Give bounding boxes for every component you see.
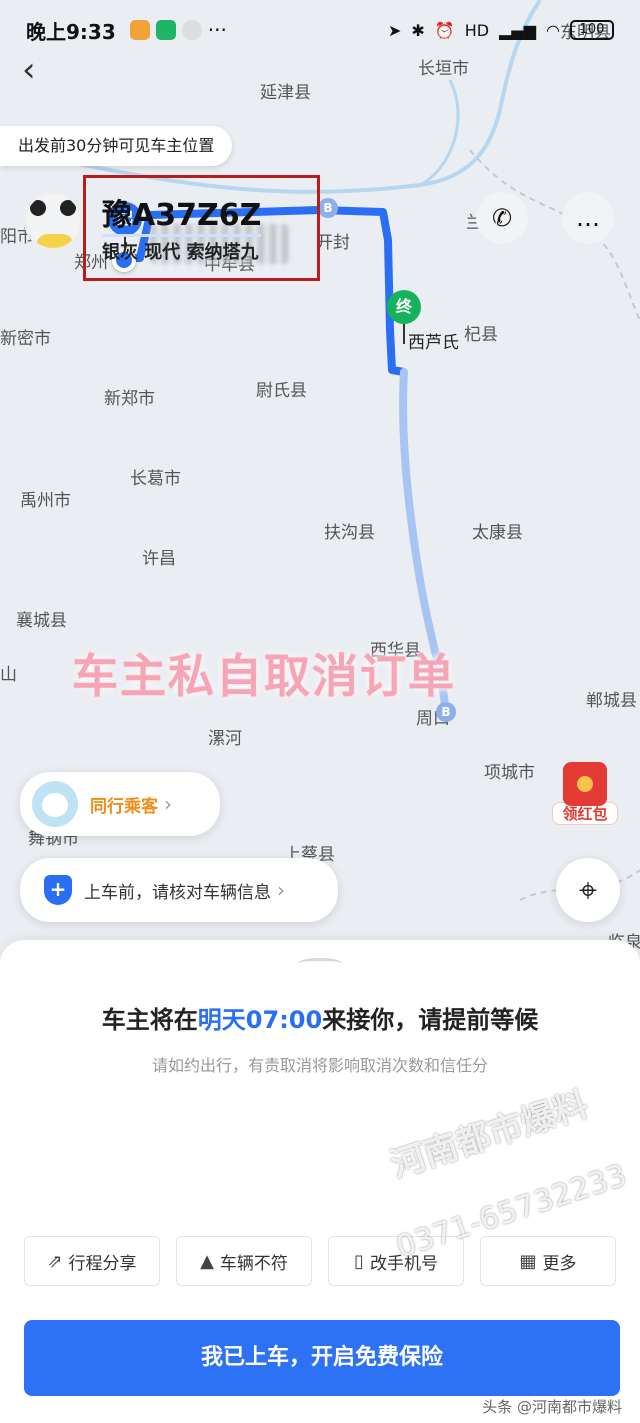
place-label: 新郑市 xyxy=(104,389,155,409)
companion-avatar-icon xyxy=(32,781,78,827)
headline-prefix: 车主将在 xyxy=(101,1006,198,1034)
verify-vehicle-label: 上车前，请核对车辆信息 xyxy=(84,882,271,903)
phone-icon: ✆ xyxy=(491,204,513,232)
place-label: 许昌 xyxy=(142,549,176,569)
license-plate: 豫A37Z6Z xyxy=(102,190,262,237)
place-label: 长葛市 xyxy=(130,469,181,489)
place-label: 项城市 xyxy=(484,763,535,783)
notification-app-icon xyxy=(155,20,176,40)
place-label: 襄城县 xyxy=(16,611,67,631)
chevron-right-icon: › xyxy=(277,878,285,902)
place-label: 新密市 xyxy=(0,329,51,349)
notification-app-icon xyxy=(129,20,150,40)
chevron-right-icon: › xyxy=(164,792,172,816)
headline-suffix: 来接你，请提前等候 xyxy=(322,1006,539,1034)
message-button[interactable]: … xyxy=(562,192,614,244)
place-label: 杞县 xyxy=(464,325,498,345)
vehicle-mismatch-button[interactable]: ▲ 车辆不符 xyxy=(176,1236,312,1286)
place-label: 郸城县 xyxy=(586,691,637,711)
verify-vehicle-button[interactable]: + 上车前，请核对车辆信息 › xyxy=(20,858,338,922)
crosshair-icon: ⌖ xyxy=(578,871,598,909)
place-label: 山 xyxy=(0,665,17,685)
bluetooth-icon: ✱ xyxy=(411,20,425,40)
place-label: 禹州市 xyxy=(20,491,71,511)
more-label: 更多 xyxy=(542,1253,577,1274)
companions-label: 同行乘客 xyxy=(90,796,158,817)
cancellation-notice: 请如约出行，有责取消将影响取消次数和信任分 xyxy=(151,1056,488,1075)
end-pin-stick xyxy=(403,324,405,344)
share-icon: ⇗ xyxy=(47,1250,63,1272)
battery-icon: 100 xyxy=(570,20,614,40)
action-row: ⇗ 行程分享 ▲ 车辆不符 ▯ 改手机号 ▦ 更多 xyxy=(24,1236,616,1286)
more-dots: ··· xyxy=(207,18,227,42)
share-trip-button[interactable]: ⇗ 行程分享 xyxy=(24,1236,160,1286)
location-icon: ➤ xyxy=(388,20,402,40)
chat-icon: … xyxy=(576,204,600,232)
red-envelope-icon xyxy=(563,762,607,806)
more-button[interactable]: ▦ 更多 xyxy=(480,1236,616,1286)
place-label: 尉氏县 xyxy=(256,381,307,401)
qq-icon xyxy=(181,20,202,40)
place-label: 扶沟县 xyxy=(324,523,375,543)
alarm-icon: ⏰ xyxy=(434,20,455,40)
shield-icon: + xyxy=(44,875,72,905)
warning-icon: ▲ xyxy=(200,1250,214,1272)
boarded-insurance-button[interactable]: 我已上车，开启免费保险 xyxy=(24,1320,620,1396)
network-label: HD xyxy=(464,20,490,40)
vehicle-mismatch-label: 车辆不符 xyxy=(219,1253,288,1274)
place-label: 漯河 xyxy=(208,729,242,749)
driver-location-hint: 出发前30分钟可见车主位置 xyxy=(0,126,233,166)
drag-handle[interactable] xyxy=(298,958,342,968)
pickup-time: 明天07:00 xyxy=(197,1006,323,1034)
wifi-icon: ◠ xyxy=(546,20,560,40)
call-button[interactable]: ✆ xyxy=(476,192,528,244)
status-time: 晚上9:33 xyxy=(26,19,116,44)
panda-avatar-icon xyxy=(24,192,82,250)
grid-icon: ▦ xyxy=(519,1250,537,1272)
destination-label: 西芦氏 xyxy=(408,333,459,353)
waypoint-marker: B xyxy=(318,198,338,218)
driver-avatar[interactable] xyxy=(24,192,84,256)
chevron-left-icon: ‹ xyxy=(22,50,36,90)
back-button[interactable]: ‹ xyxy=(22,50,52,90)
signal-icon: ▂▄▆ xyxy=(499,20,537,40)
source-watermark: 头条 @河南都市爆料 xyxy=(482,1398,622,1416)
end-pin: 终 xyxy=(387,290,421,324)
pickup-headline: 车主将在明天07:00来接你，请提前等候 xyxy=(0,1000,640,1035)
overlay-caption: 车主私自取消订单 xyxy=(72,649,456,703)
place-label: 开封 xyxy=(316,233,350,253)
companions-button[interactable]: 同行乘客 › xyxy=(20,772,220,836)
place-label: 太康县 xyxy=(472,523,523,543)
share-trip-label: 行程分享 xyxy=(68,1253,137,1274)
locate-button[interactable]: ⌖ xyxy=(556,858,620,922)
car-description: 银灰 现代 索纳塔九 xyxy=(102,242,259,263)
red-packet-button[interactable]: 领红包 xyxy=(552,762,618,832)
status-bar: 晚上9:33 ··· ➤ ✱ ⏰ HD ▂▄▆ ◠ 100 xyxy=(0,0,640,60)
phone-icon: ▯ xyxy=(354,1250,364,1272)
place-label: 延津县 xyxy=(260,83,311,103)
